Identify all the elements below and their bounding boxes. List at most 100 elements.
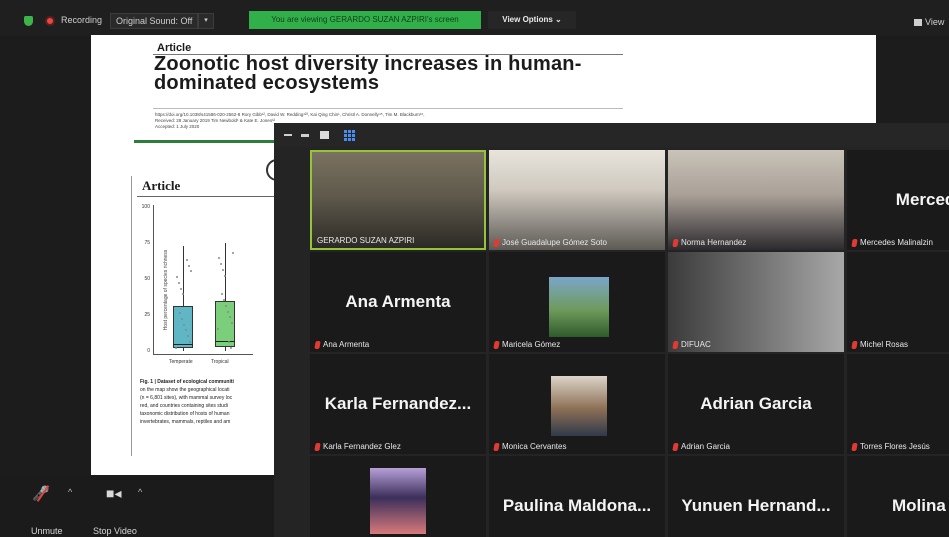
participant-name-label: DIFUAC [672, 340, 711, 349]
participant-tile[interactable]: Molina Rol [847, 456, 949, 537]
data-point [175, 346, 177, 349]
participant-display-name: Paulina Maldona... [502, 496, 652, 515]
participant-display-name: Mercedes [895, 190, 949, 209]
speaker-view-icon[interactable] [320, 131, 329, 139]
original-sound-button[interactable]: Original Sound: Off [110, 13, 199, 29]
participant-tile[interactable]: GERARDO SUZAN AZPIRI [310, 150, 486, 250]
participant-tile[interactable]: Paulina Maldona... [489, 456, 665, 537]
participant-tile[interactable]: José Guadalupe Gómez Soto [489, 150, 665, 250]
view-options-button[interactable]: View Options ⌄ [488, 11, 576, 29]
restore-icon[interactable] [301, 134, 309, 137]
video-options-caret[interactable]: ^ [138, 487, 142, 497]
participant-tile[interactable]: Michel Rosas [847, 252, 949, 352]
muted-mic-icon [493, 340, 500, 349]
participant-tile[interactable]: Yunuen Hernand... [668, 456, 844, 537]
unmute-label: Unmute [31, 526, 63, 536]
caption-line: red, and countries containing sites stud… [140, 403, 228, 409]
muted-mic-icon [672, 238, 679, 247]
data-point [178, 281, 180, 284]
participant-tile[interactable]: Ana Armenta Ana Armenta [310, 252, 486, 352]
muted-mic-icon [851, 442, 858, 451]
participant-name: Mercedes Malinalzin [860, 238, 933, 247]
y-tick-label: 100 [141, 204, 150, 210]
view-label: View [925, 17, 945, 27]
article-label-2: Article [142, 178, 181, 193]
security-shield-icon[interactable] [24, 16, 33, 26]
participant-name-label: Karla Fernandez Glez [314, 442, 401, 451]
data-point [186, 258, 188, 261]
data-point [230, 346, 232, 349]
muted-mic-icon [672, 340, 679, 349]
caption-line: on the map show the geographical locati [140, 387, 230, 393]
participant-tile[interactable]: DIFUAC [668, 252, 844, 352]
muted-mic-icon [493, 238, 500, 247]
muted-mic-icon [851, 238, 858, 247]
x-category-label: Temperate [169, 359, 193, 365]
data-point [180, 287, 182, 290]
data-point [190, 270, 192, 273]
participant-name: José Guadalupe Gómez Soto [502, 238, 607, 247]
boxplot-chart: Host percentage of species richness 100 7… [138, 201, 258, 376]
paper-title: Zoonotic host diversity increases in hum… [154, 53, 582, 94]
participant-name: Ana Armenta [323, 340, 370, 349]
box-median [215, 340, 235, 342]
participant-name-label: Mercedes Malinalzin [851, 238, 933, 247]
participant-video [312, 152, 484, 248]
view-button[interactable]: View [914, 17, 944, 27]
original-sound-dropdown[interactable]: ▾ [198, 13, 214, 29]
participant-video [489, 150, 665, 250]
minimize-icon[interactable] [284, 134, 292, 136]
gallery-header [274, 123, 949, 147]
participant-name-label: Michel Rosas [851, 340, 908, 349]
participant-display-name: Ana Armenta [345, 292, 451, 311]
divider [131, 176, 132, 456]
participant-video [551, 376, 607, 436]
participant-name-label: Ana Armenta [314, 340, 370, 349]
data-point [183, 323, 185, 326]
participant-name: Karla Fernandez Glez [323, 442, 401, 451]
caption-line: (n = 6,801 sites), with mammal survey lo… [140, 395, 233, 401]
participant-name: Torres Flores Jesús [860, 442, 930, 451]
participant-tile[interactable]: Torres Flores Jesús [847, 354, 949, 454]
participant-video [668, 252, 844, 352]
data-point [227, 310, 229, 313]
grid-view-icon [914, 19, 922, 26]
participant-tile[interactable]: Karla Fernandez... Karla Fernandez Glez [310, 354, 486, 454]
participant-display-name: Molina Rol [892, 496, 949, 515]
data-point [188, 264, 190, 267]
y-tick-label: 25 [144, 312, 150, 318]
caption-line: taxonomic distribution of hosts of human [140, 411, 230, 417]
participant-tile[interactable] [310, 456, 486, 537]
data-point [222, 268, 224, 271]
participant-tile[interactable]: Maricela Gómez [489, 252, 665, 352]
participant-tile[interactable]: Monica Cervantes [489, 354, 665, 454]
participant-tile[interactable]: Adrian Garcia Adrian Garcia [668, 354, 844, 454]
chart-y-axis [153, 205, 154, 354]
participant-name: Adrian Garcia [681, 442, 730, 451]
data-point [176, 276, 178, 279]
participant-name: GERARDO SUZAN AZPIRI [317, 236, 415, 245]
muted-mic-icon [672, 442, 679, 451]
unmute-button[interactable]: 🎤 ^ Unmute [12, 475, 72, 537]
participant-name-label: Torres Flores Jesús [851, 442, 930, 451]
data-point [221, 293, 223, 296]
participant-name-label: José Guadalupe Gómez Soto [493, 238, 607, 247]
caption-bold: Fig. 1 | Dataset of ecological communiti [140, 379, 234, 385]
participant-video [668, 150, 844, 250]
participant-tile[interactable]: Norma Hernandez [668, 150, 844, 250]
gallery-grid-icon[interactable] [344, 130, 355, 141]
box-median [173, 343, 193, 345]
muted-mic-icon [493, 442, 500, 451]
participant-video [370, 468, 426, 534]
participant-display-name: Yunuen Hernand... [681, 496, 831, 515]
audio-options-caret[interactable]: ^ [68, 487, 72, 497]
participant-tile[interactable]: Mercedes Mercedes Malinalzin [847, 150, 949, 250]
stop-video-label: Stop Video [93, 526, 137, 536]
recording-label: Recording [61, 15, 103, 25]
stop-video-button[interactable]: ■◂ ^ Stop Video [92, 475, 152, 537]
video-camera-icon: ■◂ [106, 485, 122, 501]
participant-display-name: Adrian Garcia [700, 394, 812, 413]
y-tick-label: 75 [144, 240, 150, 246]
participant-video [549, 277, 609, 337]
data-point [220, 263, 222, 266]
